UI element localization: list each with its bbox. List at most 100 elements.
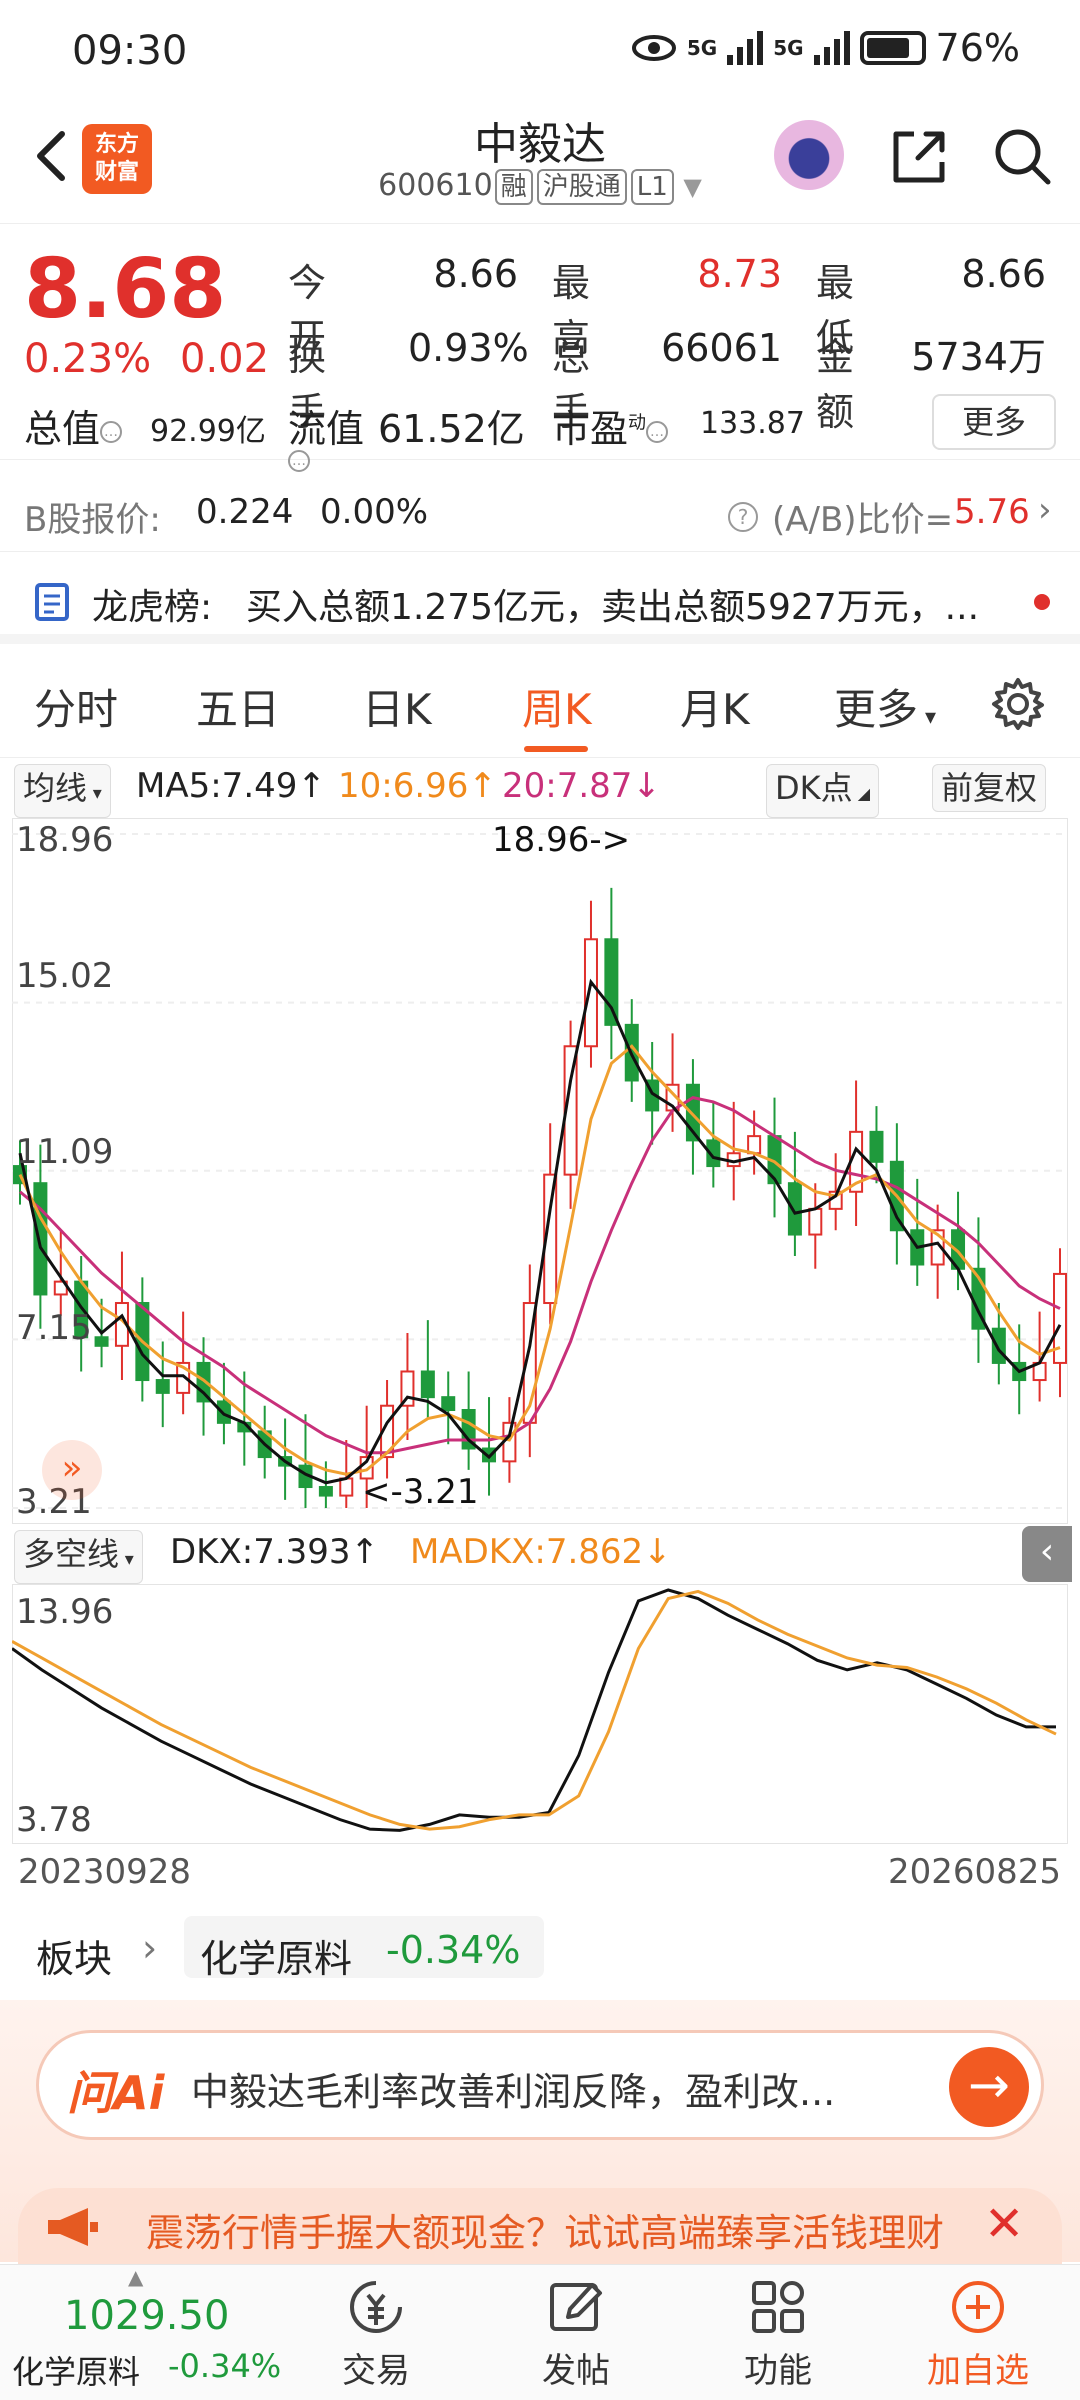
y-label-4: 7.15 <box>16 1308 92 1348</box>
change-percent: 0.23% <box>24 336 152 382</box>
candle <box>706 1101 721 1188</box>
ai-promo-area: 问Ai 中毅达毛利率改善利润反降，盈利改... → 震荡行情手握大额现金？试试高… <box>0 2000 1080 2268</box>
tab-five-day[interactable]: 五日 <box>196 676 280 737</box>
dkx-value: DKX:7.393↑ <box>170 1532 380 1572</box>
candle <box>767 1097 782 1218</box>
dkx-y-top: 13.96 <box>16 1592 114 1632</box>
tab-monthly-k[interactable]: 月K <box>680 676 750 737</box>
arrow-right-icon[interactable]: → <box>949 2047 1029 2127</box>
info-icon[interactable]: … <box>100 420 123 443</box>
ma-type-selector[interactable]: 均线 ▾ <box>14 764 111 818</box>
network-5g-2: 5G <box>773 36 804 60</box>
b-share-row[interactable]: B股报价: 0.224 0.00% ? (A/B)比价= 5.76 › <box>0 476 1080 552</box>
nav-add-label: 加自选 <box>927 2351 1029 2391</box>
ma10-value: 10:6.96↑ <box>338 766 497 806</box>
mktcap-label: 总值… <box>24 398 123 453</box>
x-label-start: 20230928 <box>18 1852 192 1892</box>
amount-label: 金额 <box>816 335 855 434</box>
period-tabs: 分时 五日 日K 周K 月K 更多 ▾ <box>0 654 1080 758</box>
dkx-line <box>11 1588 1056 1832</box>
stock-code: 600610 <box>378 168 493 203</box>
min-annotation: <-3.21 <box>362 1472 479 1512</box>
ma5-value: MA5:7.49↑ <box>136 766 326 806</box>
connect-tag: 沪股通 <box>536 169 627 205</box>
low-value: 8.66 <box>961 252 1046 296</box>
margin-tag: 融 <box>494 169 533 205</box>
mktcap-value: 92.99亿 <box>150 414 266 449</box>
candlestick-chart[interactable]: 18.96 15.02 11.09 7.15 3.21 18.96-> <-3.… <box>11 817 1069 1525</box>
candle <box>482 1397 497 1496</box>
more-button[interactable]: 更多 <box>932 394 1056 450</box>
network-5g-1: 5G <box>686 36 718 60</box>
signal-icon <box>727 31 764 65</box>
ai-question-box[interactable]: 问Ai 中毅达毛利率改善利润反降，盈利改... → <box>36 2030 1044 2140</box>
info-icon[interactable]: … <box>646 420 669 443</box>
gear-icon[interactable] <box>990 676 1046 732</box>
candle <box>441 1371 456 1445</box>
bshare-price: 0.224 <box>196 492 294 532</box>
search-icon[interactable] <box>990 124 1054 188</box>
stock-header: 东方 财富 中毅达 600610 融沪股通 L1 ▼ <box>0 100 1080 224</box>
candle <box>910 1178 925 1286</box>
sector-label: 板块 <box>36 1937 113 1981</box>
bottom-nav: ▲ 1029.50 化学原料 -0.34% 交易 发帖 功能 加自选 <box>0 2264 1080 2400</box>
ai-question-text: 中毅达毛利率改善利润反降，盈利改... <box>191 2070 836 2114</box>
float-label: 流值 <box>288 407 365 451</box>
sector-pct: -0.34% <box>386 1928 521 1972</box>
ai-robot-icon[interactable] <box>774 120 844 190</box>
dragon-label: 龙虎榜: <box>92 587 213 628</box>
dk-point-selector[interactable]: DK点 ◢ <box>766 764 880 818</box>
dkx-chart[interactable]: 13.96 3.78 <box>11 1583 1069 1845</box>
dragon-tiger-row[interactable]: 龙虎榜: 买入总额1.275亿元，卖出总额5927万元，... <box>0 560 1080 644</box>
eye-icon <box>631 35 676 61</box>
nav-post-label: 发帖 <box>542 2351 610 2391</box>
max-annotation: 18.96-> <box>492 820 631 860</box>
index-value: 1029.50 <box>64 2293 230 2339</box>
expand-left-icon[interactable]: » <box>42 1440 102 1500</box>
last-price: 8.68 <box>24 242 227 337</box>
signal-icon-2 <box>813 31 850 65</box>
ad-banner[interactable]: 震荡行情手握大额现金？试试高端臻享活钱理财 ✕ <box>18 2188 1062 2268</box>
expand-up-icon[interactable]: ▲ <box>128 2265 143 2289</box>
sector-index-widget[interactable]: ▲ 1029.50 化学原料 -0.34% <box>0 2265 290 2400</box>
adjust-selector[interactable]: 前复权 <box>932 764 1047 812</box>
sector-name: 化学原料 <box>200 1937 353 1981</box>
edit-icon <box>550 2283 602 2331</box>
tab-intraday[interactable]: 分时 <box>34 676 118 737</box>
nav-post[interactable]: 发帖 <box>516 2277 636 2392</box>
tab-weekly-k[interactable]: 周K <box>522 676 592 737</box>
candle <box>216 1362 231 1445</box>
dkx-type-selector[interactable]: 多空线 ▾ <box>14 1530 143 1584</box>
ad-text: 震荡行情手握大额现金？试试高端臻享活钱理财 <box>146 2211 945 2255</box>
status-time: 09:30 <box>72 28 188 74</box>
battery-level: 76% <box>935 26 1020 70</box>
sector-row[interactable]: 板块 › 化学原料 -0.34% <box>0 1908 1080 1998</box>
nav-trade[interactable]: 交易 <box>316 2277 436 2392</box>
nav-functions-label: 功能 <box>744 2351 812 2391</box>
quote-panel: 8.68 0.23% 0.02 今开 8.66 最高 8.73 最低 8.66 … <box>0 224 1080 472</box>
candle <box>1053 1248 1067 1398</box>
status-bar: 09:30 5G 5G 76% <box>0 0 1080 100</box>
share-icon[interactable] <box>888 126 950 188</box>
nav-functions[interactable]: 功能 <box>718 2277 838 2392</box>
close-icon[interactable]: ✕ <box>984 2196 1024 2252</box>
dkx-svg <box>11 1583 1069 1845</box>
trade-icon <box>350 2281 402 2333</box>
index-pct: -0.34% <box>168 2347 282 2385</box>
grid-icon <box>752 2281 804 2333</box>
candle <box>930 1204 945 1299</box>
dropdown-icon[interactable]: ▼ <box>676 173 701 201</box>
ab-ratio-label: (A/B)比价= <box>772 500 954 540</box>
change-amount: 0.02 <box>180 336 270 382</box>
candle <box>33 1144 48 1329</box>
tab-more[interactable]: 更多 ▾ <box>834 676 936 737</box>
level-tag: L1 <box>630 169 674 205</box>
nav-add-watchlist[interactable]: 加自选 <box>918 2277 1038 2392</box>
y-label-top: 18.96 <box>16 820 114 860</box>
collapse-panel-icon[interactable]: ‹ <box>1022 1526 1072 1582</box>
pe-label: 市盈动… <box>552 398 669 453</box>
help-icon[interactable]: ? <box>728 502 758 532</box>
battery-icon <box>859 31 926 65</box>
tab-daily-k[interactable]: 日K <box>362 676 432 737</box>
dkx-indicator-bar: 多空线 ▾ DKX:7.393↑ MADKX:7.862↓ ‹ <box>0 1526 1080 1584</box>
